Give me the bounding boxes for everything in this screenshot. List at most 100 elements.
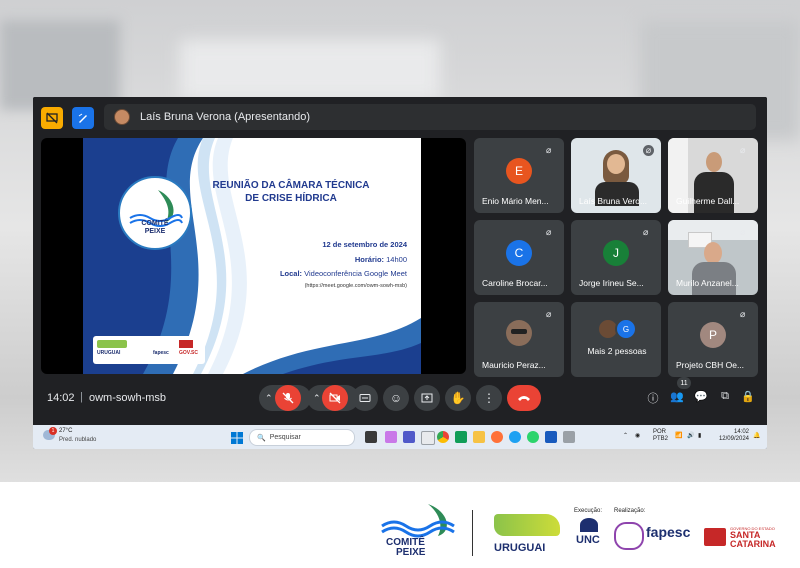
host-controls-icon[interactable]: 🔒 <box>740 390 756 406</box>
taskbar-clock[interactable]: 14:02 12/09/2024 <box>709 429 749 443</box>
avatar: E <box>506 158 532 184</box>
end-call-icon <box>518 396 530 401</box>
weather-description: Pred. nublado <box>59 437 97 443</box>
whatsapp-icon[interactable] <box>527 431 539 443</box>
separator: | <box>80 391 83 403</box>
participant-tile[interactable]: ⌀ Mauricio Peraz... <box>474 302 564 377</box>
activities-icon[interactable]: ⧉ <box>717 390 733 406</box>
participant-tile[interactable]: ⌀ C Caroline Brocar... <box>474 220 564 295</box>
chevron-up-icon: ⌃ <box>313 392 321 403</box>
copilot-icon[interactable] <box>385 431 397 443</box>
participant-tile[interactable]: ⌀ J Jorge Irineu Se... <box>571 220 661 295</box>
mic-off-icon: ⌀ <box>546 309 552 319</box>
mic-off-icon: ⌀ <box>740 227 746 237</box>
taskbar-search-box[interactable]: 🔍 Pesquisar <box>249 429 355 446</box>
meet-window: Laís Bruna Verona (Apresentando) COMITÊ … <box>33 97 767 449</box>
mic-off-icon: ⌀ <box>740 145 746 155</box>
participant-shirt <box>694 172 734 213</box>
fish-icon <box>381 504 455 538</box>
footer-gov-text: GOV.SC <box>179 350 198 356</box>
camera-off-icon <box>329 392 341 404</box>
participant-tile[interactable]: ⌀ P Projeto CBH Oe... <box>668 302 758 377</box>
local-label: Local: <box>279 269 303 278</box>
volume-icon[interactable]: 🔊 <box>687 433 694 440</box>
footer-logo-comite-peixe: COMITÊ PEIXE <box>380 500 466 558</box>
participant-tile[interactable]: ⌀ Laís Bruna Vero... <box>571 138 661 213</box>
firefox-icon[interactable] <box>491 431 503 443</box>
participant-tile[interactable]: ⌀ Guilherme Dall... <box>668 138 758 213</box>
participant-count-badge: 11 <box>677 377 691 389</box>
footer-comite-text: COMITÊ PEIXE <box>386 537 426 558</box>
participant-name: Jorge Irineu Se... <box>579 278 644 288</box>
participant-tile[interactable]: ⌀ Murilo Anzanel... <box>668 220 758 295</box>
battery-icon[interactable]: ▮ <box>698 433 701 440</box>
store-icon[interactable] <box>455 431 467 443</box>
chat-icon[interactable]: 💬 <box>693 390 709 406</box>
logo-line1: COMITÊ <box>141 220 169 227</box>
participant-name: Laís Bruna Vero... <box>579 196 648 206</box>
background-shape <box>180 40 440 100</box>
more-options-button[interactable]: ⋮ <box>476 385 502 411</box>
avatar: C <box>506 240 532 266</box>
camera-toggle-button[interactable] <box>322 385 348 411</box>
chrome-icon[interactable] <box>437 431 449 443</box>
slide-date: 12 de setembro de 2024 <box>322 240 407 249</box>
captions-button[interactable] <box>352 385 378 411</box>
participant-tile[interactable]: ⌀ E Enio Mário Men... <box>474 138 564 213</box>
mic-toggle-button[interactable] <box>275 385 301 411</box>
mic-off-icon: ⌀ <box>643 145 654 156</box>
chevron-up-icon: ⌃ <box>265 392 273 403</box>
participant-name: Enio Mário Men... <box>482 196 549 206</box>
meeting-time: 14:02 <box>47 392 75 404</box>
app-icon[interactable] <box>563 431 575 443</box>
present-screen-icon <box>421 393 433 403</box>
fapesc-brain-icon <box>614 522 644 550</box>
footer-logo-fapesc: Realização: fapesc <box>614 508 700 556</box>
map-logo-icon <box>97 340 127 348</box>
people-icon[interactable]: 👥 <box>669 390 685 406</box>
footer-uruguai-text: URUGUAI <box>97 350 121 356</box>
logo-line2: PEIXE <box>144 228 166 235</box>
taskview-icon[interactable] <box>365 431 377 443</box>
leave-call-button[interactable] <box>507 385 541 411</box>
chevron-up-icon[interactable]: ⌃ <box>623 433 628 440</box>
footer-uruguai-text: URUGUAI <box>494 542 546 554</box>
edge-icon[interactable] <box>509 431 521 443</box>
weather-temp: 27°C <box>59 428 73 434</box>
wifi-icon[interactable]: 📶 <box>675 433 682 440</box>
footer-fapesc-text: fapesc <box>153 350 169 356</box>
mic-off-icon: ⌀ <box>546 227 552 237</box>
presenter-avatar <box>114 109 130 125</box>
language-indicator[interactable]: POR PTB2 <box>653 429 668 443</box>
reactions-button[interactable]: ☺ <box>383 385 409 411</box>
top-bar: Laís Bruna Verona (Apresentando) <box>33 97 767 135</box>
windows-start-icon[interactable] <box>231 431 243 444</box>
location-icon[interactable]: ◉ <box>635 433 640 440</box>
presentation-area: COMITÊ PEIXE REUNIÃO DA CÂMARA TÉCNICA D… <box>41 138 466 374</box>
weather-badge: 1 <box>49 427 57 435</box>
emoji-icon: ☺ <box>389 391 403 405</box>
notification-bell-icon[interactable]: 🔔 <box>753 433 760 440</box>
meeting-code: owm-sowh-msb <box>89 392 167 404</box>
present-button[interactable] <box>414 385 440 411</box>
annotate-icon[interactable] <box>72 107 94 129</box>
word-icon[interactable] <box>545 431 557 443</box>
widget-icon[interactable] <box>421 431 435 445</box>
mic-off-icon: ⌀ <box>740 309 746 319</box>
sc-flag-icon <box>179 340 193 348</box>
file-explorer-icon[interactable] <box>473 431 485 443</box>
stop-presenting-icon[interactable] <box>41 107 63 129</box>
search-placeholder: Pesquisar <box>269 434 301 441</box>
raise-hand-button[interactable]: ✋ <box>445 385 471 411</box>
participant-tile-more[interactable]: G Mais 2 pessoas <box>571 302 661 377</box>
avatar: J <box>603 240 629 266</box>
sc-flag-icon <box>704 528 726 546</box>
presenter-bar[interactable]: Laís Bruna Verona (Apresentando) <box>104 104 756 130</box>
unc-text: UNC <box>576 534 600 546</box>
info-icon[interactable]: ⓘ <box>645 390 661 406</box>
unc-emblem-icon <box>580 518 598 532</box>
teams-icon[interactable] <box>403 431 415 443</box>
hora-label: Horário: <box>354 255 385 264</box>
fish-icon <box>129 190 183 227</box>
windows-taskbar: 1 27°C Pred. nublado 🔍 Pesquisar ⌃ ◉ POR… <box>33 425 767 449</box>
